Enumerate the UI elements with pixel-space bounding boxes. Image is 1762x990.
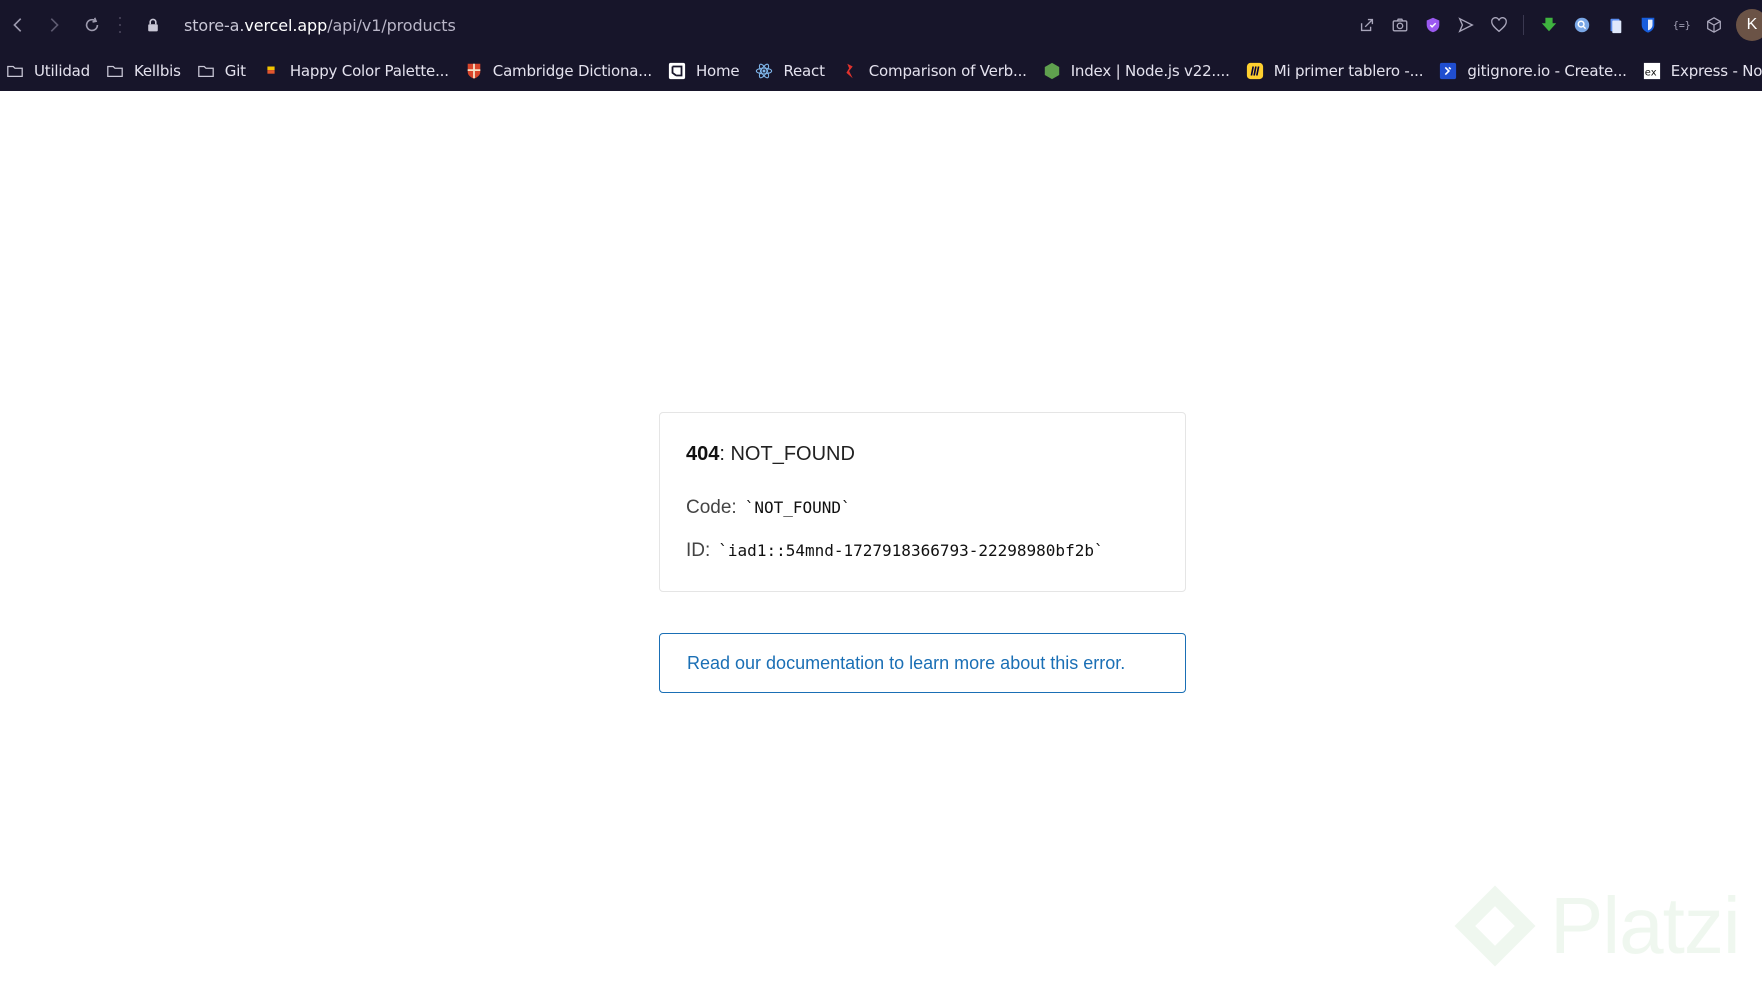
nodejs-icon	[1043, 62, 1061, 80]
extensions-cube-icon[interactable]	[1698, 9, 1730, 41]
error-status-code: 404	[686, 443, 720, 465]
bookmark-label: Mi primer tablero -...	[1273, 61, 1424, 80]
url-host: vercel.app	[244, 15, 328, 35]
bookmark-label: Home	[695, 61, 740, 80]
send-icon[interactable]	[1450, 9, 1482, 41]
bookmark-folder-utilidad[interactable]: Utilidad	[6, 62, 90, 80]
download-extension-icon[interactable]	[1533, 9, 1565, 41]
bookmark-nodejs-docs[interactable]: Index | Node.js v22....	[1043, 62, 1230, 80]
forward-button[interactable]	[36, 7, 72, 43]
express-icon: ex	[1643, 62, 1661, 80]
heart-icon[interactable]	[1483, 9, 1515, 41]
bitwarden-icon[interactable]	[1632, 9, 1664, 41]
bookmark-label: Index | Node.js v22....	[1070, 61, 1230, 80]
documentation-link[interactable]: Read our documentation to learn more abo…	[687, 653, 1125, 674]
json-formatter-icon[interactable]: {=}	[1665, 9, 1697, 41]
bookmark-cambridge-dictionary[interactable]: Cambridge Dictiona...	[465, 62, 652, 80]
folder-icon	[6, 62, 24, 80]
browser-window: store-a.vercel.app/api/v1/products {=} K…	[0, 0, 1762, 990]
bookmark-label: React	[783, 61, 825, 80]
bookmark-mi-primer-tablero[interactable]: Mi primer tablero -...	[1246, 62, 1424, 80]
bookmark-label: Kellbis	[134, 61, 181, 80]
react-icon	[755, 62, 773, 80]
error-id-label: ID:	[686, 540, 711, 561]
bookmark-label: Utilidad	[34, 61, 90, 80]
bookmark-label: Happy Color Palette...	[289, 61, 449, 80]
bookmark-gitignore-io[interactable]: gitignore.io - Create...	[1439, 61, 1627, 80]
error-status-text: : NOT_FOUND	[719, 443, 855, 465]
cambridge-icon	[465, 62, 483, 80]
palette-icon	[262, 62, 280, 80]
bookmark-happy-color-palette[interactable]: Happy Color Palette...	[262, 62, 449, 80]
reload-button[interactable]	[74, 7, 110, 43]
chevron-left-icon	[13, 18, 22, 32]
toolbar-actions: {=} K	[1350, 0, 1762, 50]
error-title: 404: NOT_FOUND	[686, 443, 855, 466]
folder-icon	[106, 62, 124, 80]
camera-icon[interactable]	[1384, 9, 1416, 41]
vpn-shield-icon[interactable]	[1417, 9, 1449, 41]
bookmark-express-nodejs[interactable]: ex Express - Node.js w...	[1643, 62, 1762, 80]
error-id-row: ID: `iad1::54mnd-1727918366793-22298980bf…	[686, 540, 1104, 562]
bookmark-label: gitignore.io - Create...	[1467, 61, 1627, 80]
documentation-box: Read our documentation to learn more abo…	[659, 633, 1186, 693]
error-id-value: `iad1::54mnd-1727918366793-22298980bf2b`	[718, 541, 1104, 560]
bookmark-folder-kellbis[interactable]: Kellbis	[106, 62, 181, 80]
bookmark-home[interactable]: Home	[668, 62, 740, 80]
bookmark-folder-git[interactable]: Git	[197, 62, 246, 80]
red-bookmark-icon	[841, 62, 859, 80]
search-extension-icon[interactable]	[1566, 9, 1598, 41]
gitignore-icon	[1439, 62, 1457, 80]
bookmark-label: Express - Node.js w...	[1670, 61, 1762, 80]
lock-icon[interactable]	[144, 16, 162, 34]
watermark-text: Platzi	[1550, 881, 1741, 970]
share-icon[interactable]	[1351, 9, 1383, 41]
bookmark-comparison-of-verbs[interactable]: Comparison of Verb...	[841, 62, 1027, 80]
error-code-row: Code: `NOT_FOUND`	[686, 497, 851, 519]
address-bar[interactable]: store-a.vercel.app/api/v1/products	[184, 16, 456, 35]
bookmark-react[interactable]: React	[755, 61, 825, 80]
bookmarks-bar: Utilidad Kellbis Git Happy Color Palette…	[0, 50, 1762, 91]
files-extension-icon[interactable]	[1599, 9, 1631, 41]
bookmark-label: Comparison of Verb...	[868, 61, 1027, 80]
chevron-right-icon	[50, 18, 59, 32]
error-code-value: `NOT_FOUND`	[744, 498, 851, 517]
bookmark-label: Git	[224, 61, 246, 80]
error-code-label: Code:	[686, 497, 737, 518]
miro-icon	[1246, 62, 1264, 80]
profile-avatar[interactable]: K	[1736, 9, 1762, 41]
svg-text:ex: ex	[1645, 67, 1657, 78]
back-button[interactable]	[0, 7, 36, 43]
error-card: 404: NOT_FOUND Code: `NOT_FOUND` ID: `iad1…	[659, 412, 1186, 592]
bookmark-label: Cambridge Dictiona...	[492, 61, 652, 80]
toolbar-separator	[116, 15, 124, 35]
home-site-icon	[668, 62, 686, 80]
folder-icon	[197, 62, 215, 80]
reload-icon	[85, 17, 99, 32]
url-prefix: store-a.	[184, 15, 245, 35]
toolbar-divider	[1523, 15, 1524, 35]
browser-toolbar: store-a.vercel.app/api/v1/products {=} K	[0, 0, 1762, 50]
svg-text:{=}: {=}	[1672, 21, 1689, 32]
platzi-watermark: Platzi	[1450, 880, 1741, 972]
platzi-logo-icon	[1454, 885, 1536, 967]
url-path: /api/v1/products	[327, 15, 456, 35]
